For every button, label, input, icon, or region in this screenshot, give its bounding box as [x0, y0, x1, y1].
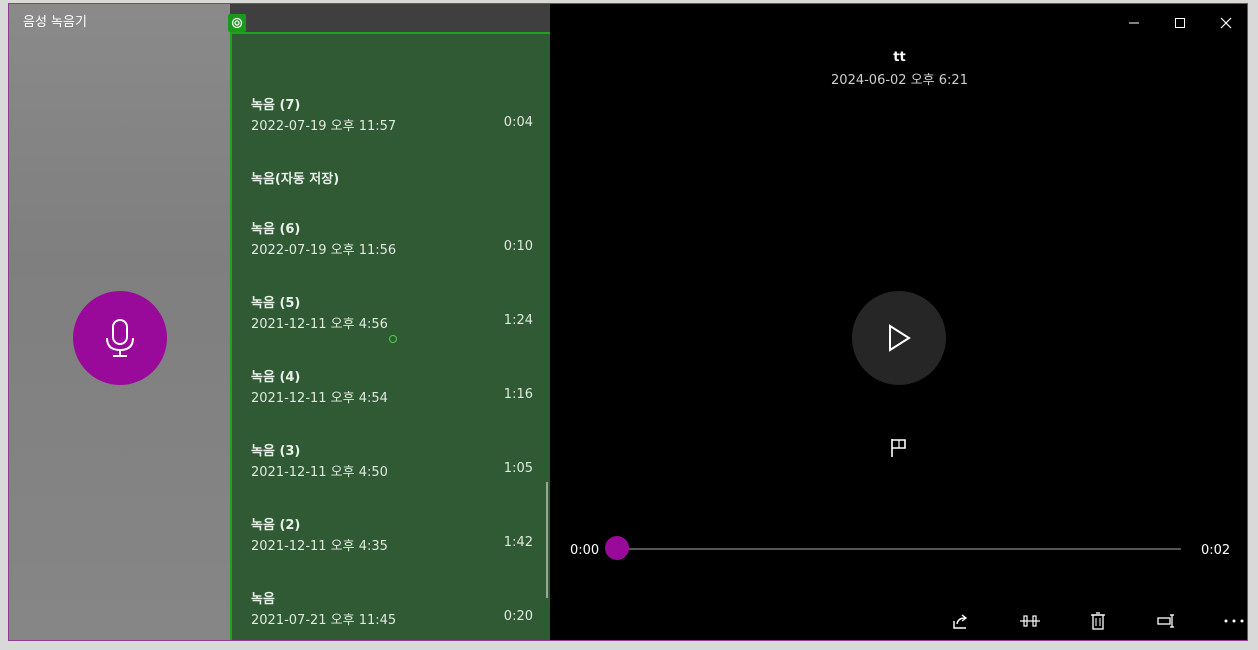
seek-thumb[interactable]	[605, 536, 629, 560]
section-header: 녹음(자동 저장)	[251, 172, 340, 187]
record-panel: 음성 녹음기	[9, 4, 230, 640]
close-button[interactable]	[1215, 12, 1237, 34]
share-icon	[953, 614, 968, 629]
add-marker-button[interactable]	[890, 438, 908, 462]
list-item[interactable]: 녹음 (6) 2022-07-19 오후 11:56 0:10	[251, 218, 533, 268]
recordings-list[interactable]: 녹음 (7) 2022-07-19 오후 11:57 0:04 녹음(자동 저장…	[230, 32, 552, 640]
more-icon	[1224, 619, 1244, 623]
maximize-button[interactable]	[1169, 12, 1191, 34]
list-item[interactable]: 녹음 (7) 2022-07-19 오후 11:57 0:04	[251, 94, 533, 144]
more-button[interactable]	[1222, 610, 1246, 632]
list-item[interactable]: 녹음 (3) 2021-12-11 오후 4:50 1:05	[251, 440, 533, 490]
list-item[interactable]: 녹음 (2) 2021-12-11 오후 4:35 1:42	[251, 514, 533, 564]
play-button[interactable]	[852, 291, 946, 385]
recording-title: tt	[893, 50, 906, 65]
trim-button[interactable]	[1018, 610, 1042, 632]
list-item[interactable]: 녹음 2021-07-21 오후 11:45 0:20	[251, 588, 533, 638]
player-panel: tt 2024-06-02 오후 6:21 0:00 0:02	[550, 4, 1247, 640]
microphone-icon	[106, 319, 134, 357]
play-icon	[889, 324, 911, 352]
current-time: 0:00	[570, 543, 600, 558]
list-scrollbar[interactable]	[546, 482, 548, 598]
rename-button[interactable]	[1154, 610, 1178, 632]
voice-recorder-window: 음성 녹음기 녹음 (7) 2022-07-19 오후 11:57 0:04 녹…	[8, 3, 1248, 641]
focus-indicator-icon	[228, 14, 246, 32]
share-button[interactable]	[949, 610, 973, 632]
record-button[interactable]	[73, 291, 167, 385]
flag-icon	[891, 439, 906, 457]
minimize-icon	[1129, 22, 1139, 24]
total-time: 0:02	[1201, 543, 1231, 558]
close-icon	[1220, 17, 1232, 29]
trash-icon	[1091, 612, 1105, 630]
rename-icon	[1157, 614, 1174, 628]
recording-date: 2024-06-02 오후 6:21	[831, 73, 968, 88]
maximize-icon	[1175, 18, 1185, 28]
center-marker	[389, 335, 397, 343]
delete-button[interactable]	[1086, 610, 1110, 632]
list-item[interactable]: 녹음 (4) 2021-12-11 오후 4:54 1:16	[251, 366, 533, 416]
minimize-button[interactable]	[1123, 12, 1145, 34]
seek-bar[interactable]	[616, 548, 1181, 550]
app-title: 음성 녹음기	[23, 15, 87, 30]
list-header-strip	[230, 4, 550, 32]
trim-icon	[1020, 615, 1040, 627]
